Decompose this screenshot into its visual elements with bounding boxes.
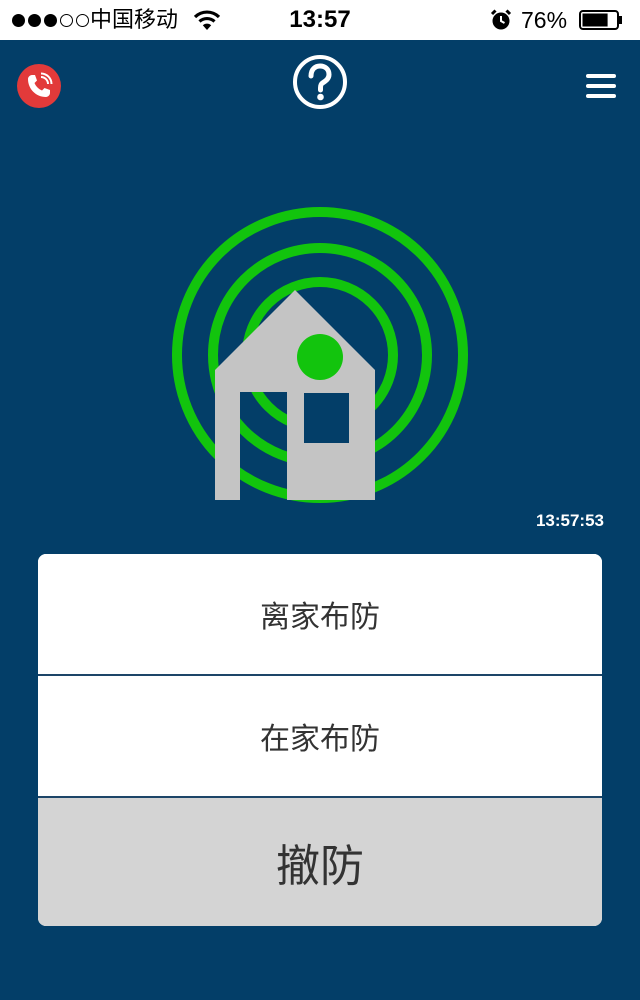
away-arm-button[interactable]: 离家布防 [38,554,602,674]
arm-mode-panel: 离家布防 在家布防 撤防 [38,554,602,926]
clock-readout: 13:57:53 [535,511,604,530]
home-arm-button[interactable]: 在家布防 [38,676,602,796]
house-signal-icon [172,207,468,503]
menu-button[interactable] [586,74,616,98]
emergency-call-button[interactable] [17,64,61,108]
question-mark-icon [293,55,347,109]
help-button[interactable] [292,54,348,110]
status-bar: 中国移动 13:57 76% [0,0,640,40]
battery-percentage: 76% [521,7,568,33]
alarm-clock-icon [490,9,512,30]
disarm-button[interactable]: 撤防 [38,798,602,926]
phone-icon [28,72,53,97]
battery-icon [579,10,622,30]
